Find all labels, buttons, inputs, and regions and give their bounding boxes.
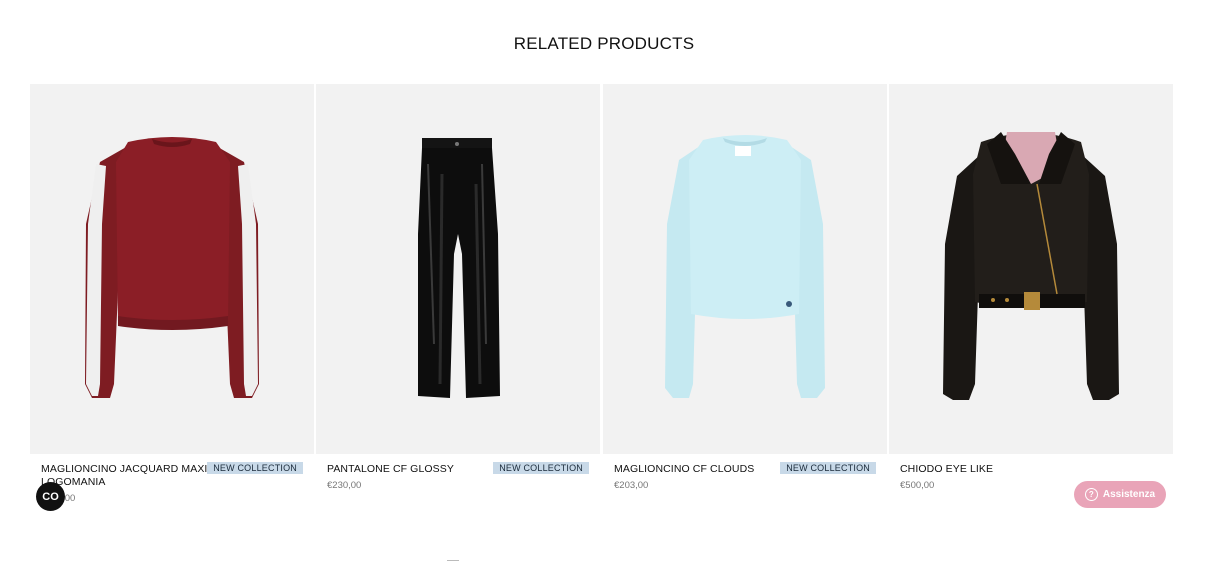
- product-price: €230,00: [327, 480, 362, 491]
- new-collection-badge: NEW COLLECTION: [780, 462, 876, 474]
- black-leather-jacket-image: [943, 132, 1119, 400]
- cookie-settings-button[interactable]: CO: [36, 482, 65, 511]
- new-collection-badge: NEW COLLECTION: [493, 462, 589, 474]
- product-card[interactable]: CHIODO EYE LIKE €500,00: [889, 84, 1173, 524]
- product-image[interactable]: [316, 84, 600, 454]
- related-products-grid: MAGLIONCINO JACQUARD MAXI LOGOMANIA NEW …: [30, 84, 1174, 524]
- product-name[interactable]: MAGLIONCINO CF CLOUDS: [614, 463, 784, 476]
- product-name[interactable]: MAGLIONCINO JACQUARD MAXI LOGOMANIA: [41, 463, 211, 489]
- new-collection-badge: NEW COLLECTION: [207, 462, 303, 474]
- product-image[interactable]: [603, 84, 887, 454]
- black-glossy-trousers-image: [418, 138, 500, 398]
- assistance-button[interactable]: ? Assistenza: [1074, 481, 1166, 508]
- light-blue-sweater-image: [665, 135, 825, 398]
- burgundy-sweater-image: [85, 137, 259, 398]
- product-image[interactable]: [30, 84, 314, 454]
- product-image[interactable]: [889, 84, 1173, 454]
- assistance-label: Assistenza: [1102, 489, 1156, 500]
- section-title: RELATED PRODUCTS: [513, 34, 695, 53]
- product-name[interactable]: PANTALONE CF GLOSSY: [327, 463, 497, 476]
- product-card[interactable]: MAGLIONCINO JACQUARD MAXI LOGOMANIA NEW …: [30, 84, 314, 524]
- divider: [447, 560, 459, 561]
- product-price: €203,00: [614, 480, 649, 491]
- help-icon: ?: [1084, 488, 1098, 501]
- product-card[interactable]: PANTALONE CF GLOSSY NEW COLLECTION €230,…: [316, 84, 600, 524]
- product-price: €500,00: [900, 480, 935, 491]
- product-card[interactable]: MAGLIONCINO CF CLOUDS NEW COLLECTION €20…: [603, 84, 887, 524]
- product-name[interactable]: CHIODO EYE LIKE: [900, 463, 1070, 476]
